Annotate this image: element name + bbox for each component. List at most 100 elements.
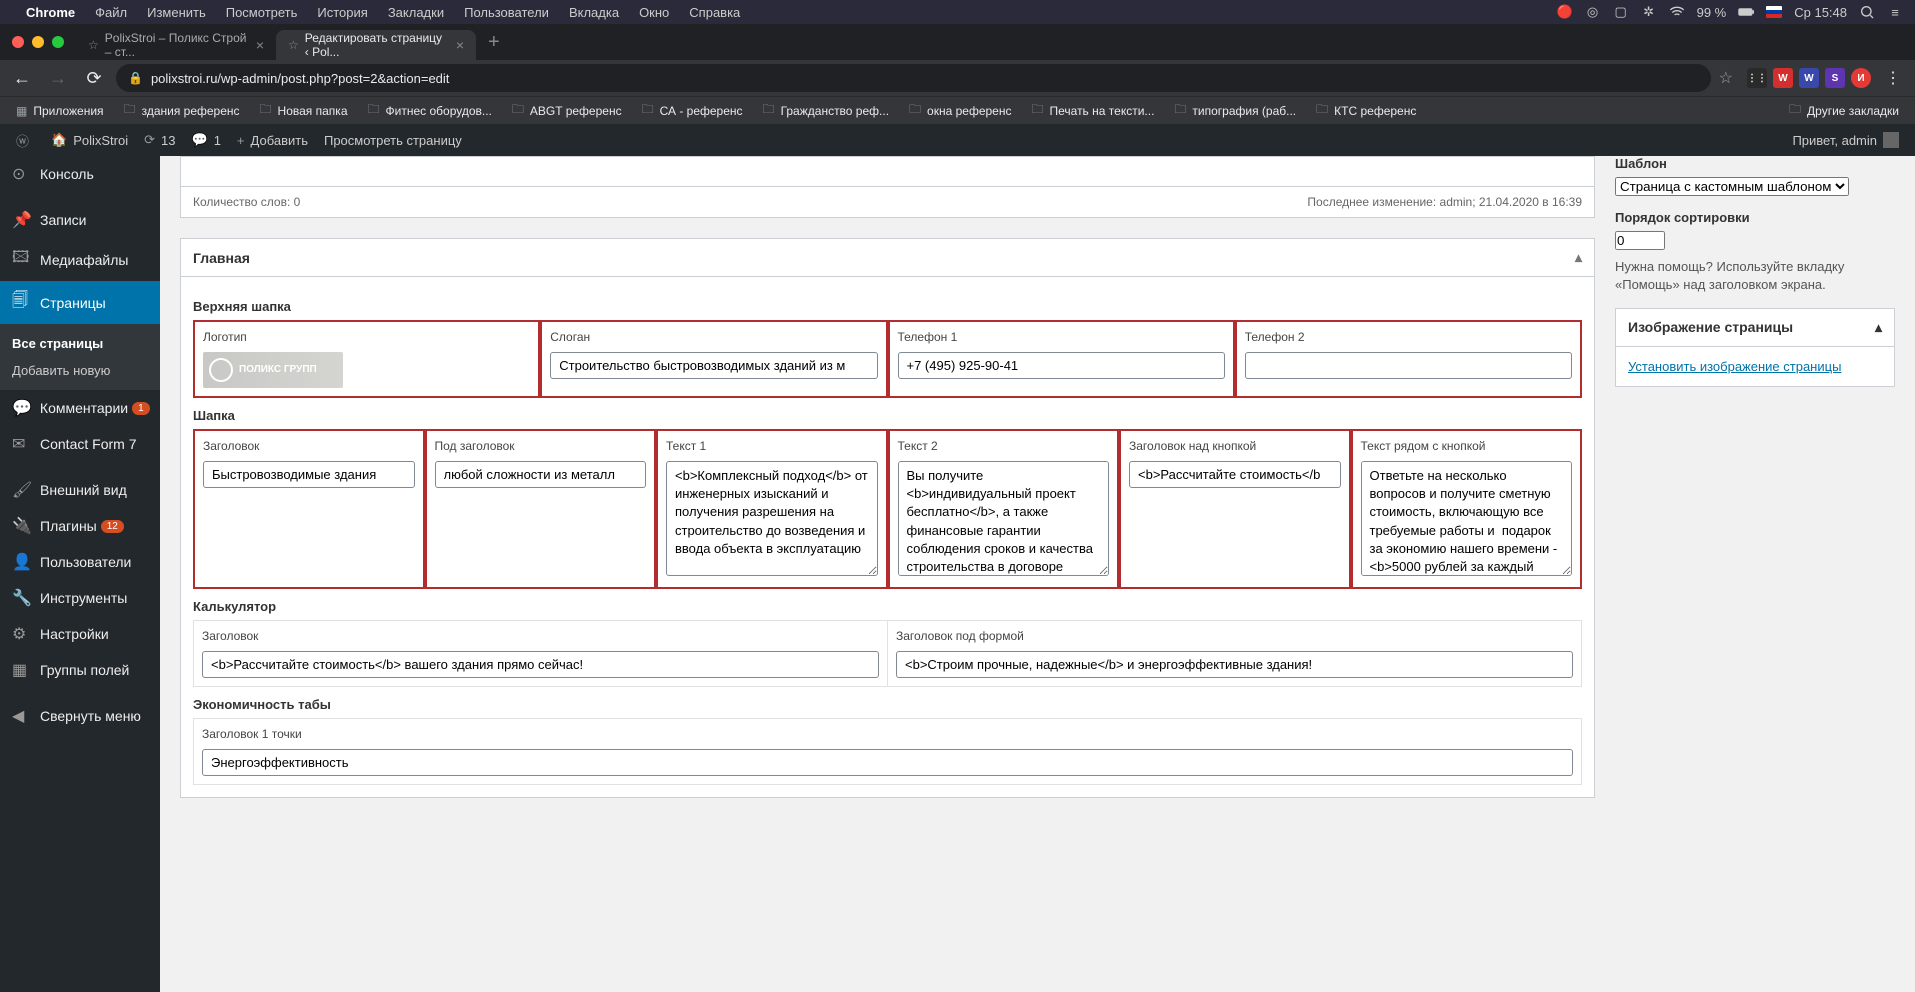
status-wifi-icon[interactable] [1669,4,1685,20]
bookmark-star-icon[interactable]: ☆ [1719,68,1733,88]
close-tab-icon[interactable]: × [256,37,264,53]
site-name[interactable]: 🏠PolixStroi [43,124,136,156]
chrome-toolbar: ← → ⟳ 🔒 polixstroi.ru/wp-admin/post.php?… [0,60,1915,96]
sub-all-pages[interactable]: Все страницы [0,330,160,357]
updates[interactable]: ⟳13 [136,124,183,156]
menu-file[interactable]: Файл [95,5,127,20]
ext-icon-1[interactable]: ⋮⋮ [1747,68,1767,88]
featured-image-title[interactable]: Изображение страницы ▴ [1616,309,1894,347]
set-featured-image-link[interactable]: Установить изображение страницы [1628,359,1841,374]
chevron-up-icon[interactable]: ▴ [1575,249,1582,266]
status-bluetooth-icon[interactable]: ✲ [1641,4,1657,20]
clock[interactable]: Ср 15:48 [1794,5,1847,20]
menu-people[interactable]: Пользователи [464,5,549,20]
ext-icon-w[interactable]: W [1773,68,1793,88]
text2-textarea[interactable] [898,461,1110,576]
phone2-input[interactable] [1245,352,1572,379]
chevron-up-icon[interactable]: ▴ [1875,319,1882,336]
subheading-input[interactable] [435,461,647,488]
badge: 12 [101,520,124,533]
menu-bookmarks[interactable]: Закладки [388,5,444,20]
profile-avatar-icon[interactable]: И [1851,68,1871,88]
bookmark-item[interactable]: 🗀Новая папка [252,99,356,123]
bookmark-item[interactable]: 🗀КТС референс [1308,99,1424,123]
other-bookmarks[interactable]: 🗀Другие закладки [1781,99,1907,123]
bookmark-item[interactable]: 🗀типография (раб... [1166,99,1304,123]
menu-view[interactable]: Посмотреть [226,5,298,20]
btn-heading-input[interactable] [1129,461,1341,488]
reload-button[interactable]: ⟳ [80,64,108,92]
menu-cf7[interactable]: ✉Contact Form 7 [0,426,160,462]
app-name[interactable]: Chrome [26,5,75,20]
my-account[interactable]: Привет, admin [1784,124,1907,156]
bookmark-item[interactable]: 🗀ABGT референс [504,99,630,123]
menu-acf[interactable]: ▦Группы полей [0,652,160,688]
bookmark-item[interactable]: 🗀СА - референс [634,99,751,123]
econ-point1-input[interactable] [202,749,1573,776]
chrome-menu-button[interactable]: ⋮ [1879,68,1907,88]
input-flag-ru-icon[interactable] [1766,6,1782,18]
menu-collapse[interactable]: ◀Свернуть меню [0,698,160,734]
menu-help[interactable]: Справка [689,5,740,20]
bookmark-item[interactable]: 🗀Фитнес оборудов... [360,99,500,123]
calc-heading-input[interactable] [202,651,879,678]
slogan-input[interactable] [550,352,877,379]
wp-logo[interactable]: ⓦ [8,124,43,156]
notifications-icon[interactable]: ≡ [1887,4,1903,20]
menu-comments[interactable]: 💬Комментарии1 [0,390,160,426]
bookmark-item[interactable]: 🗀Печать на тексти... [1023,99,1162,123]
apps-shortcut[interactable]: ▦ Приложения [8,99,112,123]
menu-pages[interactable]: 🗐Страницы [0,281,160,324]
back-button[interactable]: ← [8,64,36,92]
calc-heading2-input[interactable] [896,651,1573,678]
status-cloud-icon[interactable]: ◎ [1585,4,1601,20]
forward-button[interactable]: → [44,64,72,92]
maximize-window-icon[interactable] [52,36,64,48]
update-icon: ⟳ [144,132,155,148]
menu-window[interactable]: Окно [639,5,669,20]
ext-icon-s[interactable]: S [1825,68,1845,88]
menu-users[interactable]: 👤Пользователи [0,544,160,580]
menu-tools[interactable]: 🔧Инструменты [0,580,160,616]
phone1-input[interactable] [898,352,1225,379]
address-bar[interactable]: 🔒 polixstroi.ru/wp-admin/post.php?post=2… [116,64,1711,92]
template-label: Шаблон [1615,156,1895,171]
text1-textarea[interactable] [666,461,878,576]
menu-posts[interactable]: 📌Записи [0,202,160,238]
menu-dashboard[interactable]: ⊙Консоль [0,156,160,192]
heading-input[interactable] [203,461,415,488]
new-tab-button[interactable]: + [476,31,512,54]
menu-edit[interactable]: Изменить [147,5,206,20]
add-new[interactable]: +Добавить [229,124,316,156]
logo-image[interactable]: ПОЛИКС ГРУПП [203,352,343,388]
template-select[interactable]: Страница с кастомным шаблоном [1615,177,1849,196]
bookmark-item[interactable]: 🗀Гражданство реф... [755,99,897,123]
sub-add-page[interactable]: Добавить новую [0,357,160,384]
order-input[interactable] [1615,231,1665,250]
featured-image-box: Изображение страницы ▴ Установить изобра… [1615,308,1895,387]
btn-text-textarea[interactable] [1361,461,1573,576]
ext-icon-w2[interactable]: W [1799,68,1819,88]
status-notif-icon[interactable]: 🔴 [1557,4,1573,20]
menu-media[interactable]: 🖾Медиафайлы [0,238,160,281]
menu-appearance[interactable]: 🖌Внешний вид [0,472,160,508]
bookmark-item[interactable]: 🗀окна референс [901,99,1019,123]
browser-tab-1[interactable]: ☆ PolixStroi – Поликс Строй – ст... × [76,30,276,60]
status-airplay-icon[interactable]: ▢ [1613,4,1629,20]
close-tab-icon[interactable]: × [456,37,464,53]
bookmark-item[interactable]: 🗀здания референс [116,99,248,123]
view-page[interactable]: Просмотреть страницу [316,124,470,156]
field-phone1: Телефон 1 [888,320,1235,398]
comments[interactable]: 💬1 [184,124,229,156]
submenu-pages: Все страницы Добавить новую [0,324,160,390]
browser-tab-2[interactable]: ☆ Редактировать страницу ‹ Pol... × [276,30,476,60]
minimize-window-icon[interactable] [32,36,44,48]
menu-tab[interactable]: Вкладка [569,5,619,20]
menu-history[interactable]: История [317,5,367,20]
close-window-icon[interactable] [12,36,24,48]
spotlight-icon[interactable] [1859,4,1875,20]
window-controls[interactable] [12,36,64,48]
metabox-title[interactable]: Главная ▴ [181,239,1594,277]
menu-plugins[interactable]: 🔌Плагины12 [0,508,160,544]
menu-settings[interactable]: ⚙Настройки [0,616,160,652]
